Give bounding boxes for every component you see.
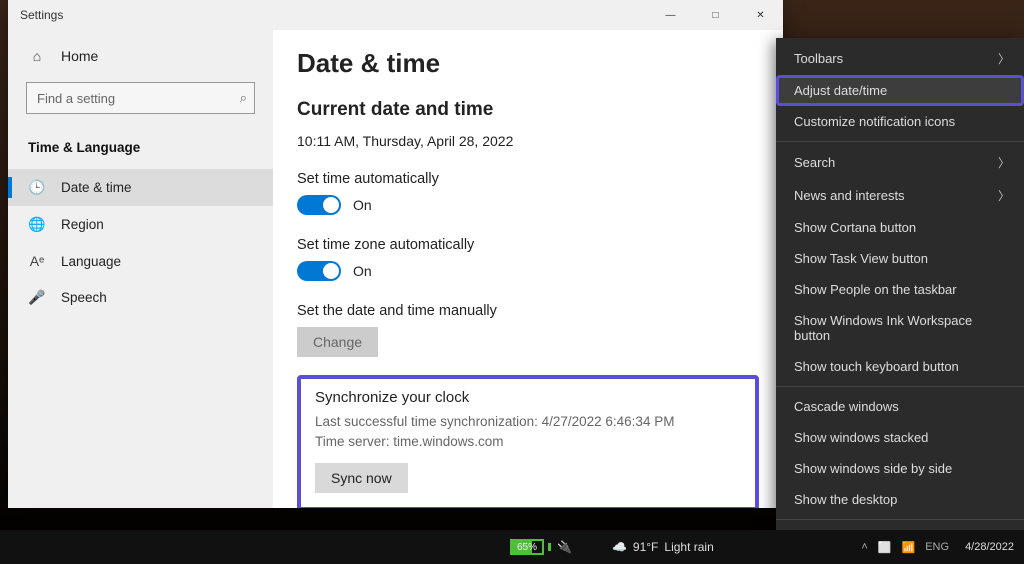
context-item-label: Show touch keyboard button xyxy=(794,359,959,374)
plug-icon: 🔌 xyxy=(557,540,572,554)
nav-label: Region xyxy=(61,217,104,232)
tray-lang[interactable]: ENG xyxy=(925,541,949,553)
tray-icon[interactable]: 📶 xyxy=(902,541,916,554)
chevron-right-icon: 〉 xyxy=(998,187,1010,204)
context-item-show-touch-keyboard-button[interactable]: Show touch keyboard button xyxy=(776,351,1024,382)
manual-label: Set the date and time manually xyxy=(297,303,759,319)
search-input[interactable] xyxy=(26,82,255,114)
auto-tz-label: Set time zone automatically xyxy=(297,237,759,253)
sync-heading: Synchronize your clock xyxy=(315,389,741,406)
sync-server: Time server: time.windows.com xyxy=(315,432,741,452)
context-item-label: Adjust date/time xyxy=(794,83,887,98)
sync-last: Last successful time synchronization: 4/… xyxy=(315,412,741,432)
context-item-show-task-view-button[interactable]: Show Task View button xyxy=(776,243,1024,274)
titlebar: Settings — □ ✕ xyxy=(8,0,783,30)
sidebar-item-speech[interactable]: 🎤 Speech xyxy=(8,279,273,316)
context-item-show-cortana-button[interactable]: Show Cortana button xyxy=(776,212,1024,243)
home-nav[interactable]: ⌂ Home xyxy=(8,40,273,72)
settings-content: Date & time Current date and time 10:11 … xyxy=(273,30,783,508)
context-separator xyxy=(776,141,1024,142)
context-item-toolbars[interactable]: Toolbars 〉 xyxy=(776,42,1024,75)
chevron-right-icon: 〉 xyxy=(998,50,1010,67)
context-item-label: Show the desktop xyxy=(794,492,897,507)
chevron-right-icon: 〉 xyxy=(998,154,1010,171)
settings-window: Settings — □ ✕ ⌂ Home ⌕ Time & Language … xyxy=(8,0,783,508)
sidebar-item-date-time[interactable]: 🕒 Date & time xyxy=(8,169,273,206)
settings-sidebar: ⌂ Home ⌕ Time & Language 🕒 Date & time 🌐 Re… xyxy=(8,30,273,508)
tray-date[interactable]: 4/28/2022 xyxy=(965,541,1014,553)
change-button: Change xyxy=(297,327,378,357)
nav-icon: 🕒 xyxy=(28,179,46,196)
context-item-cascade-windows[interactable]: Cascade windows xyxy=(776,391,1024,422)
tray-icon[interactable]: ⬜ xyxy=(878,541,892,554)
search-icon: ⌕ xyxy=(240,90,247,106)
weather-icon: ☁️ xyxy=(612,540,627,554)
context-item-show-windows-side-by-side[interactable]: Show windows side by side xyxy=(776,453,1024,484)
context-item-label: Customize notification icons xyxy=(794,114,955,129)
nav-icon: 🌐 xyxy=(28,216,46,233)
context-item-show-the-desktop[interactable]: Show the desktop xyxy=(776,484,1024,515)
system-tray[interactable]: ˄ ⬜ 📶 ENG 4/28/2022 xyxy=(851,541,1024,554)
taskbar-context-menu: Toolbars 〉 Adjust date/time Customize notif… xyxy=(776,38,1024,564)
context-item-label: Show Task View button xyxy=(794,251,928,266)
taskbar[interactable]: 65% 🔌 ☁️ 91°F Light rain ˄ ⬜ 📶 ENG 4/28/… xyxy=(0,530,1024,564)
sidebar-item-language[interactable]: Aᵉ Language xyxy=(8,243,273,279)
nav-label: Date & time xyxy=(61,180,132,195)
desktop: Settings — □ ✕ ⌂ Home ⌕ Time & Language … xyxy=(0,0,1024,564)
sidebar-item-region[interactable]: 🌐 Region xyxy=(8,206,273,243)
nav-label: Speech xyxy=(61,290,107,305)
current-date-value: 10:11 AM, Thursday, April 28, 2022 xyxy=(297,133,759,149)
search-wrap: ⌕ xyxy=(26,82,255,114)
current-date-heading: Current date and time xyxy=(297,99,759,121)
page-title: Date & time xyxy=(297,48,759,79)
auto-time-toggle[interactable] xyxy=(297,195,341,215)
category-heading: Time & Language xyxy=(8,130,273,169)
battery-indicator[interactable]: 65% 🔌 xyxy=(510,539,572,555)
maximize-button[interactable]: □ xyxy=(693,0,738,30)
home-label: Home xyxy=(61,48,98,64)
sync-now-button[interactable]: Sync now xyxy=(315,463,408,493)
context-item-customize-notification-icons[interactable]: Customize notification icons xyxy=(776,106,1024,137)
weather-temp: 91°F xyxy=(633,540,658,554)
context-item-label: Show windows stacked xyxy=(794,430,928,445)
context-item-show-windows-ink-workspace-button[interactable]: Show Windows Ink Workspace button xyxy=(776,305,1024,351)
context-item-label: Show Windows Ink Workspace button xyxy=(794,313,1010,343)
auto-time-state: On xyxy=(353,197,372,213)
weather-cond: Light rain xyxy=(664,540,713,554)
window-title: Settings xyxy=(8,8,63,22)
auto-tz-toggle[interactable] xyxy=(297,261,341,281)
context-item-adjust-date-time[interactable]: Adjust date/time xyxy=(776,75,1024,106)
context-item-label: Toolbars xyxy=(794,51,843,66)
close-button[interactable]: ✕ xyxy=(738,0,783,30)
nav-icon: 🎤 xyxy=(28,289,46,306)
context-item-label: News and interests xyxy=(794,188,905,203)
nav-icon: Aᵉ xyxy=(28,253,46,269)
window-controls: — □ ✕ xyxy=(648,0,783,30)
context-separator xyxy=(776,386,1024,387)
context-item-label: Search xyxy=(794,155,835,170)
auto-time-label: Set time automatically xyxy=(297,171,759,187)
context-item-label: Cascade windows xyxy=(794,399,899,414)
nav-label: Language xyxy=(61,254,121,269)
auto-tz-state: On xyxy=(353,263,372,279)
weather-widget[interactable]: ☁️ 91°F Light rain xyxy=(612,540,714,554)
context-item-show-people-on-the-taskbar[interactable]: Show People on the taskbar xyxy=(776,274,1024,305)
context-item-label: Show People on the taskbar xyxy=(794,282,957,297)
context-item-show-windows-stacked[interactable]: Show windows stacked xyxy=(776,422,1024,453)
sync-clock-section: Synchronize your clock Last successful t… xyxy=(297,375,759,508)
context-item-label: Show windows side by side xyxy=(794,461,952,476)
context-item-label: Show Cortana button xyxy=(794,220,916,235)
context-item-search[interactable]: Search 〉 xyxy=(776,146,1024,179)
minimize-button[interactable]: — xyxy=(648,0,693,30)
tray-chevron-icon[interactable]: ˄ xyxy=(861,541,867,553)
context-item-news-and-interests[interactable]: News and interests 〉 xyxy=(776,179,1024,212)
battery-percent: 65% xyxy=(517,542,537,553)
home-icon: ⌂ xyxy=(28,48,46,64)
context-separator xyxy=(776,519,1024,520)
